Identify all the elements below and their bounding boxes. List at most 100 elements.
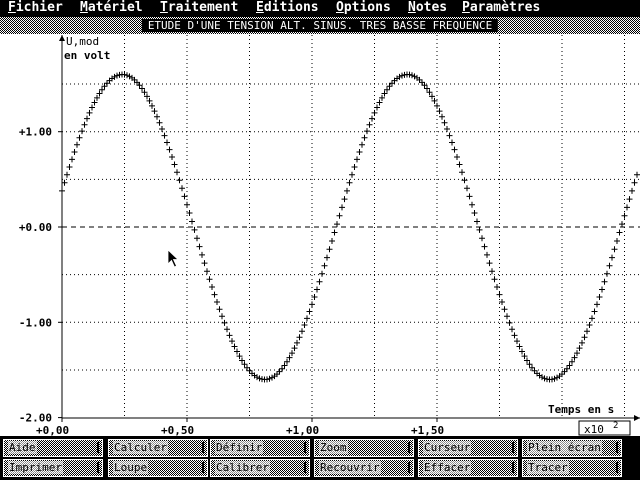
data-point (624, 204, 630, 211)
button-shortcut-mark (408, 462, 410, 473)
toolbar-button-1-5[interactable]: Tracer (522, 459, 622, 477)
menu-item-4[interactable]: Options (336, 0, 391, 16)
data-point (349, 171, 355, 178)
data-point (619, 221, 625, 228)
data-point (191, 226, 198, 233)
data-point (151, 108, 158, 115)
menu-item-3[interactable]: Editions (256, 0, 319, 16)
data-point (86, 109, 93, 116)
toolbar-button-0-4[interactable]: Curseur (418, 439, 518, 457)
data-point (366, 121, 373, 128)
toolbar-button-0-5[interactable]: Plein écran (522, 439, 622, 457)
menu-item-5[interactable]: Notes (408, 0, 447, 16)
toolbar-button-label: Imprimer (8, 461, 63, 474)
data-point (474, 218, 480, 225)
button-shortcut-mark (512, 462, 514, 473)
data-point (156, 119, 163, 126)
data-point (489, 268, 495, 275)
data-point (71, 148, 78, 155)
data-point (204, 268, 210, 275)
data-point (604, 270, 610, 277)
data-point (509, 326, 515, 333)
data-point (216, 306, 223, 313)
button-shortcut-mark (304, 442, 306, 453)
data-point (339, 204, 345, 211)
toolbar-button-label: Recouvrir (319, 461, 381, 474)
button-shortcut-mark (97, 462, 99, 473)
menu-item-2[interactable]: Traitement (160, 0, 238, 16)
data-point (159, 126, 165, 133)
toolbar-button-0-2[interactable]: Définir (210, 439, 310, 457)
data-point (64, 171, 70, 178)
toolbar-button-1-3[interactable]: Recouvrir (314, 459, 414, 477)
data-point (481, 243, 488, 250)
data-point (599, 286, 605, 293)
data-point (611, 246, 618, 253)
menu-item-0[interactable]: Fichier (8, 0, 63, 16)
data-point (484, 251, 490, 258)
toolbar-button-label: Loupe (113, 461, 149, 474)
data-point (354, 156, 360, 163)
toolbar-button-1-2[interactable]: Calibrer (210, 459, 310, 477)
data-point (74, 141, 80, 148)
data-point (209, 284, 215, 291)
data-point (454, 153, 460, 160)
menu-item-accelerator: F (8, 0, 16, 15)
data-point (616, 229, 623, 236)
data-point (161, 132, 168, 139)
data-point (364, 128, 370, 135)
data-point (446, 132, 453, 139)
data-point (464, 185, 470, 192)
data-point (466, 193, 473, 200)
data-point (459, 169, 465, 176)
data-point (221, 319, 228, 326)
y-tick-label: +0.00 (19, 221, 52, 234)
plot-area: +1.00 +0.00 -1.00 -2.00 +0,00 +0,50 +1,00 +1,5… (19, 35, 640, 436)
data-point (314, 286, 320, 293)
data-point (514, 338, 520, 345)
data-point (326, 246, 333, 253)
data-point (154, 113, 160, 120)
data-point (501, 306, 508, 313)
data-point (214, 299, 220, 306)
toolbar-button-0-3[interactable]: Zoom (314, 439, 414, 457)
button-shortcut-mark (97, 442, 99, 453)
data-point (581, 334, 588, 341)
toolbar-button-1-0[interactable]: Imprimer (3, 459, 103, 477)
menu-item-6[interactable]: Paramètres (462, 0, 540, 16)
button-shortcut-mark (408, 442, 410, 453)
toolbar-button-1-1[interactable]: Loupe (108, 459, 208, 477)
button-shortcut-mark (616, 462, 618, 473)
data-point (179, 185, 185, 192)
toolbar-button-label: Définir (215, 441, 264, 454)
data-point (294, 339, 300, 346)
data-point (351, 163, 358, 170)
data-point (494, 284, 500, 291)
menu-item-label: ichier (15, 0, 63, 15)
command-toolbar: Aide Calculer Définir Zoom Curseur Plein écra… (0, 436, 640, 480)
data-point (229, 338, 235, 345)
data-point (476, 226, 483, 233)
menu-item-1[interactable]: Matériel (80, 0, 143, 16)
y-tick-label: +1.00 (19, 126, 52, 139)
toolbar-button-0-0[interactable]: Aide (3, 439, 103, 457)
data-point (324, 254, 330, 261)
data-point (591, 308, 598, 315)
data-point (631, 179, 638, 186)
data-point (441, 119, 448, 126)
y-tick-label: -1.00 (19, 316, 52, 329)
y-tick-label: -2.00 (19, 412, 52, 425)
toolbar-button-0-1[interactable]: Calculer (108, 439, 208, 457)
data-point (609, 254, 615, 261)
data-point (184, 201, 190, 208)
data-point (361, 134, 368, 141)
toolbar-button-1-4[interactable]: Effacer (418, 459, 518, 477)
data-point (356, 148, 363, 155)
menu-item-label: raitement (167, 0, 239, 15)
data-point (451, 146, 458, 153)
data-point (596, 294, 603, 301)
toolbar-button-label: Calibrer (215, 461, 270, 474)
data-point (469, 201, 475, 208)
toolbar-button-label: Zoom (319, 441, 348, 454)
data-point (369, 115, 375, 122)
